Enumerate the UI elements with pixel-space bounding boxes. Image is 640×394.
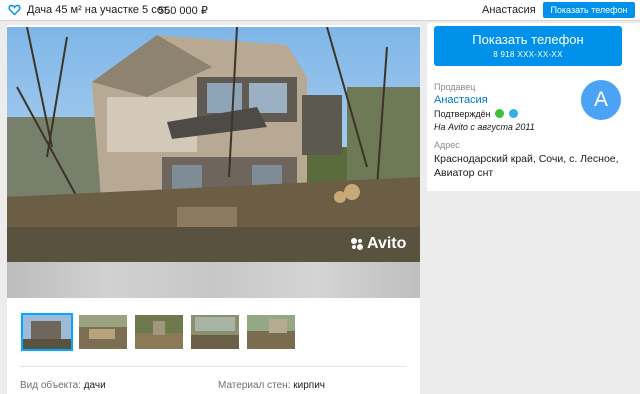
show-phone-label: Показать телефон [472, 32, 584, 47]
seller-label: Продавец [434, 82, 476, 92]
listing-price: 550 000 ₽ [158, 5, 208, 17]
divider [20, 366, 407, 367]
avatar[interactable]: А [581, 80, 621, 120]
verified-status: Подтверждён [434, 109, 518, 119]
house-photo-image [7, 27, 420, 262]
address-text: Краснодарский край, Сочи, с. Лесное, Ави… [434, 153, 619, 179]
address-label: Адрес [434, 140, 460, 150]
main-photo[interactable]: Avito [7, 27, 420, 262]
listing-title: Дача 45 м² на участке 5 сот. [27, 4, 170, 16]
param-wall-material: Материал стен: кирпич [218, 380, 325, 391]
thumbnail-5[interactable] [246, 314, 296, 350]
social-verified-icon [508, 109, 518, 118]
thumbnail-2[interactable] [78, 314, 128, 350]
listing-gallery-card: Avito Вид объекта: дачи Материал стен: к… [7, 25, 420, 394]
top-bar: Дача 45 м² на участке 5 сот. 550 000 ₽ А… [0, 0, 640, 21]
thumbnail-1[interactable] [21, 313, 73, 351]
photo-bottom-strip [7, 262, 420, 298]
thumbnail-3[interactable] [134, 314, 184, 350]
avito-logo-icon [351, 238, 363, 250]
param-value: кирпич [293, 380, 325, 391]
seller-card: Показать телефон 8 918 XXX-XX-XX Продаве… [427, 23, 640, 191]
param-key: Вид объекта: [20, 380, 81, 391]
param-key: Материал стен: [218, 380, 291, 391]
masked-phone: 8 918 XXX-XX-XX [493, 50, 563, 59]
thumbnail-4[interactable] [190, 314, 240, 350]
favorite-icon[interactable] [8, 3, 21, 16]
member-since: На Avito с августа 2011 [434, 122, 535, 132]
param-object-type: Вид объекта: дачи [20, 380, 106, 391]
seller-name-link[interactable]: Анастасия [434, 94, 488, 106]
show-phone-button[interactable]: Показать телефон 8 918 XXX-XX-XX [434, 26, 622, 66]
phone-verified-icon [495, 109, 505, 118]
verified-text: Подтверждён [434, 109, 491, 119]
header-seller-name[interactable]: Анастасия [482, 4, 536, 16]
header-show-phone-button[interactable]: Показать телефон [543, 2, 635, 18]
photo-watermark: Avito [367, 235, 407, 252]
param-value: дачи [83, 380, 106, 391]
